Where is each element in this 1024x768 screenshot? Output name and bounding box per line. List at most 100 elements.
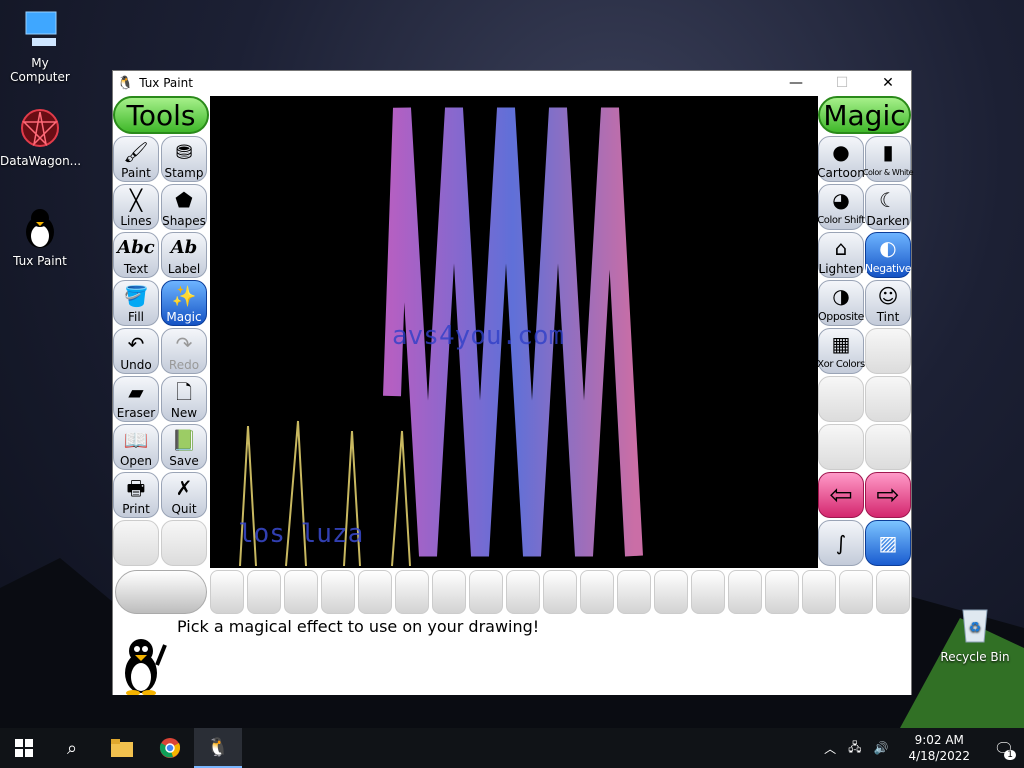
magic-tint-button[interactable]: ☺ Tint	[865, 280, 911, 326]
color-swatch[interactable]	[432, 570, 466, 614]
tool-text-button[interactable]: Abc Text	[113, 232, 159, 278]
tool-fill-button[interactable]: 🪣 Fill	[113, 280, 159, 326]
magic-mode-fullscreen-button[interactable]: ▨	[865, 520, 911, 566]
label-icon: Ab	[170, 236, 198, 258]
color-swatch[interactable]	[802, 570, 836, 614]
color-swatch[interactable]	[247, 570, 281, 614]
maximize-button: ☐	[835, 75, 849, 91]
color-swatch[interactable]	[321, 570, 355, 614]
taskbar-chrome[interactable]	[146, 728, 194, 768]
color-swatch[interactable]	[691, 570, 725, 614]
search-icon: ⌕	[66, 737, 78, 759]
color-swatch[interactable]	[210, 570, 244, 614]
redo-hand-icon: ↷	[175, 331, 193, 356]
tool-quit-button[interactable]: ✗ Quit	[161, 472, 207, 518]
magic-prev-page-button[interactable]: ⇦	[818, 472, 864, 518]
color-swatch[interactable]	[839, 570, 873, 614]
clock-time: 9:02 AM	[914, 733, 964, 747]
close-button[interactable]: ✕	[865, 71, 911, 95]
tool-label-button[interactable]: Ab Label	[161, 232, 207, 278]
desktop-icon-my-computer[interactable]: My Computer	[0, 8, 80, 84]
tool-redo-button: ↷ Redo	[161, 328, 207, 374]
tool-lines-button[interactable]: ╳ Lines	[113, 184, 159, 230]
color-swatch[interactable]	[876, 570, 910, 614]
clock-date: 4/18/2022	[908, 749, 970, 763]
color-swatch[interactable]	[395, 570, 429, 614]
color-swatch[interactable]	[580, 570, 614, 614]
magic-header: Magic	[818, 96, 911, 134]
save-book-icon: 📗	[171, 427, 197, 452]
stamp-icon: ⛃	[175, 139, 193, 164]
drawing-canvas[interactable]: avs4you.com los luza	[210, 96, 818, 568]
tool-eraser-button[interactable]: ▰ Eraser	[113, 376, 159, 422]
tool-undo-button[interactable]: ↶ Undo	[113, 328, 159, 374]
status-message: Pick a magical effect to use on your dra…	[177, 617, 540, 636]
magic-darken-button[interactable]: ☾ Darken	[865, 184, 911, 230]
tux-mascot-icon	[115, 635, 171, 696]
color-swatch[interactable]	[469, 570, 503, 614]
minimize-button[interactable]: —	[773, 71, 819, 95]
action-center-button[interactable]: 🗨 1	[984, 728, 1024, 768]
color-swatch[interactable]	[617, 570, 651, 614]
magic-xor-colors-button[interactable]: ▦ Xor Colors	[817, 328, 865, 374]
color-shift-icon: ◕	[832, 187, 850, 212]
magic-opposite-button[interactable]: ◑ Opposite	[818, 280, 864, 326]
desktop-icon-tux-paint[interactable]: Tux Paint	[0, 206, 80, 268]
tool-magic-button[interactable]: ✨ Magic	[161, 280, 207, 326]
color-swatch[interactable]	[543, 570, 577, 614]
magic-wand-icon: ✨	[171, 283, 197, 308]
color-swatch[interactable]	[728, 570, 762, 614]
tool-open-button[interactable]: 📖 Open	[113, 424, 159, 470]
notification-count: 1	[1004, 750, 1016, 760]
magic-cartoon-button[interactable]: ● Cartoon	[817, 136, 865, 182]
tool-new-button[interactable]: 🗋 New	[161, 376, 207, 422]
tool-slot-empty	[161, 520, 207, 566]
magic-slot-empty	[818, 376, 864, 422]
tool-save-button[interactable]: 📗 Save	[161, 424, 207, 470]
magic-lighten-button[interactable]: ⌂ Lighten	[818, 232, 864, 278]
color-swatch[interactable]	[654, 570, 688, 614]
magic-negative-button[interactable]: ◐ Negative	[865, 232, 911, 278]
chrome-icon	[159, 738, 181, 758]
taskbar-tux-paint[interactable]: 🐧	[194, 728, 242, 768]
recycle-bin-icon: ♻	[953, 602, 997, 646]
window-title: Tux Paint	[139, 76, 193, 90]
magic-next-page-button[interactable]: ⇨	[865, 472, 911, 518]
taskbar-clock[interactable]: 9:02 AM 4/18/2022	[908, 732, 970, 764]
folder-icon	[111, 739, 133, 757]
magic-color-shift-button[interactable]: ◕ Color Shift	[817, 184, 865, 230]
magic-mode-paint-button[interactable]: ∫	[818, 520, 864, 566]
canvas-scribble-text: los luza	[238, 519, 363, 549]
tool-print-button[interactable]: 🖶 Print	[113, 472, 159, 518]
quit-icon: ✗	[175, 475, 193, 500]
undo-hand-icon: ↶	[127, 331, 145, 356]
canvas-drawing: avs4you.com los luza	[238, 107, 643, 567]
arrow-right-icon: ⇨	[876, 477, 900, 511]
paintbrush-icon: 🖌	[123, 139, 149, 164]
start-button[interactable]	[0, 728, 48, 768]
app-icon: 🐧	[117, 75, 134, 91]
desktop-icon-label: Recycle Bin	[940, 650, 1010, 664]
color-swatch[interactable]	[506, 570, 540, 614]
desktop-icon-datawagon[interactable]: DataWagon...	[0, 106, 81, 168]
search-button[interactable]: ⌕	[48, 728, 96, 768]
volume-icon[interactable]: 🔊	[874, 741, 889, 755]
window-titlebar[interactable]: 🐧 Tux Paint — ☐ ✕	[113, 71, 911, 95]
color-palette	[113, 568, 911, 616]
tux-paint-app: Tools 🖌 Paint ⛃ Stamp ╳ Lines ⬟ Shapes Abc Te…	[113, 95, 914, 696]
network-icon[interactable]: 🖧	[848, 738, 861, 759]
tool-shapes-button[interactable]: ⬟ Shapes	[161, 184, 207, 230]
tool-stamp-button[interactable]: ⛃ Stamp	[161, 136, 207, 182]
magic-color-white-button[interactable]: ▮ Color & White	[863, 136, 914, 182]
cartoon-icon: ●	[832, 139, 850, 164]
color-swatch[interactable]	[284, 570, 318, 614]
magic-slot-empty	[818, 424, 864, 470]
taskbar-file-explorer[interactable]	[98, 728, 146, 768]
color-swatch[interactable]	[358, 570, 392, 614]
desktop-icon-recycle-bin[interactable]: ♻ Recycle Bin	[935, 602, 1015, 664]
tool-paint-button[interactable]: 🖌 Paint	[113, 136, 159, 182]
taskbar: ⌕ 🐧 ︿ 🖧 🔊 9:02 AM 4/18/2022 🗨 1	[0, 728, 1024, 768]
desktop-icon-label: Tux Paint	[13, 254, 67, 268]
color-swatch[interactable]	[765, 570, 799, 614]
chevron-up-icon[interactable]: ︿	[824, 740, 836, 757]
